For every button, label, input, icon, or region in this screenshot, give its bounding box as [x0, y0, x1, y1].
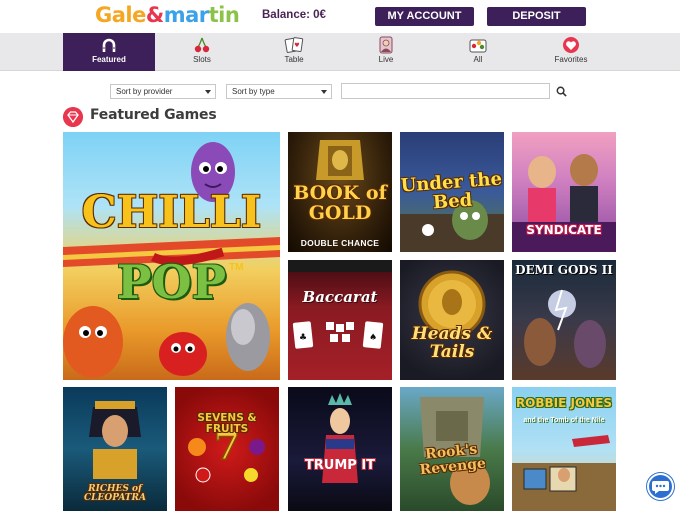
- game-tile-syndicate[interactable]: SYNDICATE: [512, 132, 616, 252]
- balance-display: Balance: 0€: [262, 9, 326, 21]
- game-tile-demi-gods-ii[interactable]: DEMI GODS II: [512, 260, 616, 380]
- game-title: DEMI GODS II: [515, 263, 613, 277]
- category-nav: Featured Slots ♥ Table Live All Favorite…: [0, 33, 680, 71]
- tab-favorites[interactable]: Favorites: [525, 33, 617, 71]
- svg-text:♠: ♠: [369, 333, 377, 343]
- svg-text:♣: ♣: [299, 333, 307, 343]
- trademark-mark: TM: [229, 262, 244, 273]
- tab-label: Live: [378, 55, 394, 64]
- game-tile-chilli-pop[interactable]: CHILLI POP TM: [63, 132, 280, 380]
- brand-logo[interactable]: Gale&martin: [95, 2, 240, 28]
- game-subtitle: DOUBLE CHANCE: [300, 238, 380, 248]
- game-title: ROBBIE JONES: [515, 396, 613, 410]
- baccarat-artwork: ♣ ♠: [288, 260, 392, 349]
- tab-label: All: [473, 55, 483, 64]
- game-title: Heads & Tails: [411, 324, 493, 362]
- game-title: Under the Bed: [400, 168, 503, 214]
- tab-label: Slots: [193, 55, 211, 64]
- search-input[interactable]: [341, 83, 550, 99]
- game-title: BOOK of GOLD: [293, 182, 387, 224]
- chat-button[interactable]: [647, 473, 674, 500]
- provider-select[interactable]: Sort by provider: [110, 84, 216, 99]
- top-header: Gale&martin Balance: 0€ MY ACCOUNT DEPOS…: [0, 0, 680, 33]
- chevron-down-icon: [321, 90, 327, 94]
- tab-label: Favorites: [554, 55, 588, 64]
- live-dealer-icon: [379, 36, 393, 54]
- tab-all[interactable]: All: [432, 33, 524, 71]
- game-tile-riches-of-cleopatra[interactable]: RICHES of CLEOPATRA: [63, 387, 167, 511]
- diamond-icon: [63, 107, 83, 127]
- demi-gods-artwork: [524, 289, 606, 368]
- svg-text:♥: ♥: [294, 42, 299, 49]
- tab-label: Table: [284, 55, 304, 64]
- game-tile-book-of-gold[interactable]: BOOK of GOLD DOUBLE CHANCE: [288, 132, 392, 252]
- my-account-button[interactable]: MY ACCOUNT: [375, 7, 474, 26]
- tab-label: Featured: [92, 55, 126, 64]
- search-icon[interactable]: [556, 86, 567, 97]
- trump-it-artwork: [322, 393, 358, 483]
- chat-bubble-icon: [652, 481, 669, 494]
- game-title: TRUMP IT: [304, 458, 376, 473]
- tab-featured[interactable]: Featured: [63, 33, 155, 71]
- game-title: RICHES of CLEOPATRA: [84, 484, 146, 504]
- game-subtitle: and the Tomb of the Nile: [523, 417, 605, 424]
- section-title: Featured Games: [90, 107, 217, 123]
- game-title: CHILLI: [81, 187, 262, 238]
- tab-live[interactable]: Live: [340, 33, 432, 71]
- all-games-icon: [469, 39, 487, 53]
- game-title: SYNDICATE: [526, 223, 602, 237]
- type-select-label: Sort by type: [232, 87, 275, 96]
- type-select[interactable]: Sort by type: [226, 84, 332, 99]
- heads-and-tails-artwork: [418, 270, 486, 338]
- game-title: SEVENS & FRUITS: [197, 412, 257, 436]
- game-tile-robbie-jones[interactable]: ROBBIE JONES and the Tomb of the Nile: [512, 387, 616, 511]
- game-tile-heads-and-tails[interactable]: Heads & Tails: [400, 260, 504, 380]
- provider-select-label: Sort by provider: [116, 87, 173, 96]
- sevens-fruits-artwork: 7: [188, 422, 265, 483]
- game-tile-rooks-revenge[interactable]: Rook's Revenge: [400, 387, 504, 511]
- game-tile-baccarat[interactable]: ♣ ♠ Baccarat: [288, 260, 392, 380]
- deposit-button[interactable]: DEPOSIT: [487, 7, 586, 26]
- horseshoe-icon: [102, 38, 116, 52]
- game-tile-trump-it[interactable]: TRUMP IT: [288, 387, 392, 511]
- game-tile-sevens-and-fruits[interactable]: 7 SEVENS & FRUITS: [175, 387, 279, 511]
- tab-slots[interactable]: Slots: [156, 33, 248, 71]
- game-subtitle: POP: [116, 255, 227, 309]
- game-tile-under-the-bed[interactable]: Under the Bed: [400, 132, 504, 252]
- game-title: Baccarat: [302, 288, 378, 306]
- playing-cards-icon: ♥: [284, 37, 304, 53]
- cherries-icon: [194, 37, 210, 53]
- tab-table[interactable]: ♥ Table: [248, 33, 340, 71]
- heart-icon: [563, 37, 579, 53]
- chevron-down-icon: [205, 90, 211, 94]
